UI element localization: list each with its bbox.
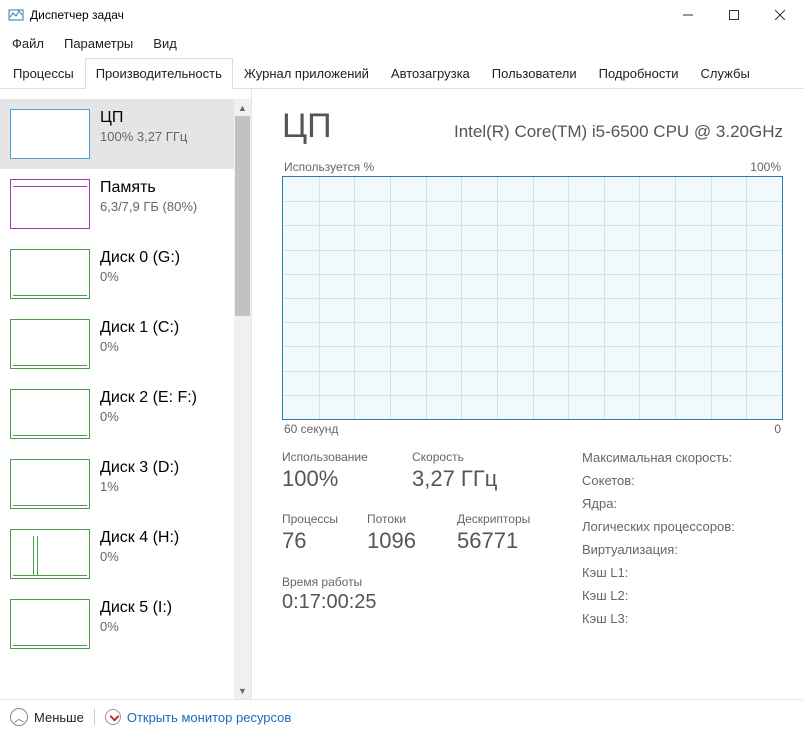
sidebar-item-title: Диск 1 (C:) [100, 319, 179, 337]
chart-label-usage: Используется % [284, 160, 374, 174]
sidebar-thumb-disk [10, 319, 90, 369]
info-cores: Ядра: [582, 496, 783, 511]
sidebar-item-1[interactable]: Память 6,3/7,9 ГБ (80%) [0, 169, 234, 239]
sidebar-item-title: ЦП [100, 109, 187, 127]
sidebar-thumb-disk [10, 599, 90, 649]
stat-threads-value: 1096 [367, 528, 457, 554]
fewer-details-label: Меньше [34, 710, 84, 725]
sidebar-item-sub: 6,3/7,9 ГБ (80%) [100, 199, 197, 214]
sidebar-item-7[interactable]: Диск 5 (I:) 0% [0, 589, 234, 659]
tab-apphistory[interactable]: Журнал приложений [233, 58, 380, 89]
stat-speed-value: 3,27 ГГц [412, 466, 522, 492]
info-l1: Кэш L1: [582, 565, 783, 580]
sidebar-item-sub: 0% [100, 269, 180, 284]
content: ЦП 100% 3,27 ГГц Память 6,3/7,9 ГБ (80%) Дис… [0, 89, 803, 699]
stat-procs-label: Процессы [282, 512, 367, 526]
sidebar-item-title: Диск 4 (H:) [100, 529, 179, 547]
tab-performance[interactable]: Производительность [85, 58, 233, 89]
chart-label-max: 100% [750, 160, 781, 174]
menu-options[interactable]: Параметры [56, 32, 141, 55]
sidebar-item-title: Диск 0 (G:) [100, 249, 180, 267]
menu-view[interactable]: Вид [145, 32, 185, 55]
sidebar-thumb-disk [10, 529, 90, 579]
sidebar-item-sub: 1% [100, 479, 179, 494]
stat-uptime-label: Время работы [282, 575, 562, 589]
stat-threads-label: Потоки [367, 512, 457, 526]
tab-details[interactable]: Подробности [588, 58, 690, 89]
resource-monitor-icon [105, 709, 121, 725]
info-virt: Виртуализация: [582, 542, 783, 557]
stat-uptime-value: 0:17:00:25 [282, 591, 562, 614]
sidebar-item-title: Диск 5 (I:) [100, 599, 172, 617]
scroll-up-icon[interactable]: ▲ [234, 99, 251, 116]
fewer-details-button[interactable]: ︿ Меньше [10, 708, 84, 726]
sidebar-item-sub: 0% [100, 409, 197, 424]
info-maxspeed: Максимальная скорость: [582, 450, 783, 465]
tabs: Процессы Производительность Журнал прило… [0, 57, 803, 89]
info-l3: Кэш L3: [582, 611, 783, 626]
sidebar-item-6[interactable]: Диск 4 (H:) 0% [0, 519, 234, 589]
sidebar-item-3[interactable]: Диск 1 (C:) 0% [0, 309, 234, 379]
sidebar-item-sub: 100% 3,27 ГГц [100, 129, 187, 144]
menubar: Файл Параметры Вид [0, 30, 803, 57]
tab-startup[interactable]: Автозагрузка [380, 58, 481, 89]
sidebar-thumb-mem [10, 179, 90, 229]
tab-services[interactable]: Службы [690, 58, 761, 89]
cpu-chart[interactable] [282, 176, 783, 420]
chart-xlabel-right: 0 [774, 422, 781, 436]
footer-divider [94, 709, 95, 725]
sidebar-thumb-disk [10, 389, 90, 439]
sidebar-thumb-cpu [10, 109, 90, 159]
app-icon [8, 7, 24, 23]
tab-users[interactable]: Пользователи [481, 58, 588, 89]
sidebar-item-4[interactable]: Диск 2 (E: F:) 0% [0, 379, 234, 449]
sidebar-item-title: Диск 2 (E: F:) [100, 389, 197, 407]
stat-usage-label: Использование [282, 450, 412, 464]
sidebar-item-title: Память [100, 179, 197, 197]
stat-handles-value: 56771 [457, 528, 530, 554]
window-title: Диспетчер задач [30, 8, 124, 22]
stat-speed-label: Скорость [412, 450, 522, 464]
resource-monitor-label: Открыть монитор ресурсов [127, 710, 291, 725]
sidebar-scrollbar[interactable]: ▲ ▼ [234, 99, 251, 699]
stat-usage-value: 100% [282, 466, 412, 492]
sidebar-item-title: Диск 3 (D:) [100, 459, 179, 477]
scrollbar-thumb[interactable] [235, 116, 250, 316]
chevron-up-icon: ︿ [10, 708, 28, 726]
sidebar-item-sub: 0% [100, 619, 172, 634]
info-l2: Кэш L2: [582, 588, 783, 603]
sidebar-item-2[interactable]: Диск 0 (G:) 0% [0, 239, 234, 309]
sidebar-item-0[interactable]: ЦП 100% 3,27 ГГц [0, 99, 234, 169]
tab-processes[interactable]: Процессы [2, 58, 85, 89]
minimize-button[interactable] [665, 0, 711, 30]
maximize-button[interactable] [711, 0, 757, 30]
sidebar-thumb-disk [10, 249, 90, 299]
close-button[interactable] [757, 0, 803, 30]
sidebar-thumb-disk [10, 459, 90, 509]
sidebar-item-sub: 0% [100, 549, 179, 564]
sidebar-item-5[interactable]: Диск 3 (D:) 1% [0, 449, 234, 519]
titlebar: Диспетчер задач [0, 0, 803, 30]
open-resource-monitor-link[interactable]: Открыть монитор ресурсов [105, 709, 291, 725]
scroll-down-icon[interactable]: ▼ [234, 682, 251, 699]
stat-handles-label: Дескрипторы [457, 512, 530, 526]
main-pane: ЦП Intel(R) Core(TM) i5-6500 CPU @ 3.20G… [252, 89, 803, 699]
info-logical: Логических процессоров: [582, 519, 783, 534]
sidebar-item-sub: 0% [100, 339, 179, 354]
menu-file[interactable]: Файл [4, 32, 52, 55]
cpu-model: Intel(R) Core(TM) i5-6500 CPU @ 3.20GHz [454, 122, 783, 142]
footer-bar: ︿ Меньше Открыть монитор ресурсов [0, 699, 803, 734]
info-sockets: Сокетов: [582, 473, 783, 488]
sidebar: ЦП 100% 3,27 ГГц Память 6,3/7,9 ГБ (80%) Дис… [0, 89, 252, 699]
cpu-heading: ЦП [282, 107, 332, 146]
chart-xlabel-left: 60 секунд [284, 422, 338, 436]
stat-procs-value: 76 [282, 528, 367, 554]
